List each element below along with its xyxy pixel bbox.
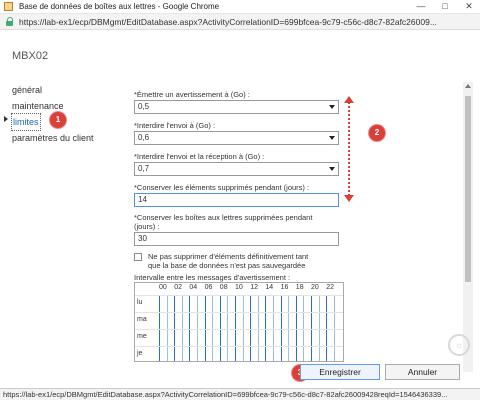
schedule-day-label: ma <box>137 316 147 323</box>
schedule-column-line <box>235 295 236 361</box>
schedule-column-line <box>333 295 335 361</box>
schedule-column-line <box>181 295 183 361</box>
schedule-column-line <box>295 295 297 361</box>
prohibit-send-receive-value: 0,7 <box>138 164 150 173</box>
schedule-day-label: me <box>137 333 147 340</box>
schedule-row-divider <box>135 295 343 296</box>
scroll-up-icon[interactable] <box>465 84 471 88</box>
nav-item-limits[interactable]: limites <box>11 113 41 131</box>
schedule-column-line <box>280 295 282 361</box>
checkbox-label: Ne pas supprimer d'éléments définitiveme… <box>148 252 308 270</box>
schedule-column-line <box>219 295 221 361</box>
keep-deleted-mailboxes-label-line1: *Conserver les boîtes aux lettres suppri… <box>134 213 313 222</box>
prohibit-send-select[interactable]: 0,6 <box>134 131 339 145</box>
watermark-logo: ☼ <box>448 334 470 356</box>
schedule-column-line <box>204 295 206 361</box>
scrollbar-thumb[interactable] <box>465 96 471 282</box>
arrow-down-icon <box>344 195 354 202</box>
dotted-arrow-line <box>348 102 350 196</box>
limits-form: *Émettre un avertissement à (Go) : 0,5 *… <box>134 90 344 282</box>
schedule-column-line <box>311 295 312 361</box>
schedule-row-divider <box>135 329 343 330</box>
keep-deleted-items-input[interactable]: 14 <box>134 193 339 207</box>
dialog-scrollbar[interactable] <box>463 82 473 372</box>
server-name: MBX02 <box>12 50 49 62</box>
schedule-column-line <box>303 295 305 361</box>
close-button[interactable]: ✕ <box>462 1 476 12</box>
schedule-hour-label: 12 <box>250 284 258 291</box>
interval-label: Intervalle entre les messages d'avertiss… <box>134 273 291 282</box>
checkbox-label-line2: que la base de données n'est pas sauvega… <box>148 261 306 270</box>
warning-interval-schedule-grid[interactable]: 00 02 04 06 08 10 12 14 16 18 20 22 lu ma me je <box>134 282 344 362</box>
lock-icon <box>6 17 14 26</box>
save-button[interactable]: Enregistrer <box>300 364 380 380</box>
callout-badge-1: 1 <box>50 112 66 128</box>
schedule-column-line <box>265 295 267 361</box>
nav-item-maintenance[interactable]: maintenance <box>12 98 94 114</box>
schedule-row-divider <box>135 312 343 313</box>
prohibit-send-receive-select[interactable]: 0,7 <box>134 162 339 176</box>
schedule-column-line <box>174 295 176 361</box>
schedule-hour-label: 08 <box>219 284 228 291</box>
maximize-button[interactable]: □ <box>438 1 452 12</box>
schedule-day-label: lu <box>137 299 143 306</box>
schedule-column-line <box>159 295 160 361</box>
schedule-hour-label: 18 <box>295 284 304 291</box>
schedule-hour-label: 10 <box>235 284 243 291</box>
checkbox-box[interactable] <box>134 253 142 261</box>
schedule-column-line <box>166 295 168 361</box>
schedule-hour-label: 16 <box>280 284 289 291</box>
nav-item-client-settings[interactable]: paramètres du client <box>12 130 94 146</box>
status-bar-url: https://lab-ex1/ecp/DBMgmt/EditDatabase.… <box>0 388 480 400</box>
schedule-hour-label: 04 <box>189 284 198 291</box>
schedule-column-line <box>257 295 259 361</box>
keep-deleted-mailboxes-label-line2: (jours) : <box>134 222 160 231</box>
callout-badge-2: 2 <box>369 125 385 141</box>
schedule-hour-label: 06 <box>204 284 213 291</box>
window-title: Base de données de boîtes aux lettres - … <box>19 2 220 11</box>
chevron-down-icon <box>329 136 335 140</box>
warn-select[interactable]: 0,5 <box>134 100 339 114</box>
schedule-column-line <box>326 295 328 361</box>
checkbox-label-line1: Ne pas supprimer d'éléments définitiveme… <box>148 252 309 261</box>
schedule-column-line <box>189 295 191 361</box>
schedule-hour-label: 22 <box>326 284 334 291</box>
prohibit-send-value: 0,6 <box>138 133 150 142</box>
schedule-hour-label: 14 <box>265 284 274 291</box>
schedule-hour-label: 02 <box>174 284 182 291</box>
schedule-column-line <box>197 295 198 361</box>
schedule-columns[interactable] <box>159 295 343 361</box>
window-controls: — □ ✕ <box>414 1 476 12</box>
schedule-hour-label: 00 <box>159 284 167 291</box>
chevron-down-icon <box>329 105 335 109</box>
minimize-button[interactable]: — <box>414 1 428 12</box>
schedule-hour-label: 20 <box>311 284 319 291</box>
chevron-down-icon <box>329 167 335 171</box>
keep-deleted-mailboxes-input[interactable]: 30 <box>134 232 339 246</box>
schedule-day-label: je <box>137 350 143 357</box>
keep-deleted-items-label: *Conserver les éléments supprimés pendan… <box>134 183 310 192</box>
schedule-row-divider <box>135 346 343 347</box>
browser-title-bar: Base de données de boîtes aux lettres - … <box>0 0 480 14</box>
schedule-column-line <box>242 295 244 361</box>
schedule-column-line <box>273 295 274 361</box>
address-url[interactable]: https://lab-ex1/ecp/DBMgmt/EditDatabase.… <box>19 17 437 27</box>
cancel-button[interactable]: Annuler <box>385 364 460 380</box>
nav-item-general[interactable]: général <box>12 82 94 98</box>
selected-arrow-icon <box>4 116 8 122</box>
no-purge-until-backup-checkbox[interactable]: Ne pas supprimer d'éléments définitiveme… <box>134 252 344 270</box>
schedule-column-line <box>288 295 290 361</box>
schedule-column-line <box>318 295 320 361</box>
warn-value: 0,5 <box>138 102 150 111</box>
prohibit-send-receive-label: *Interdire l'envoi et la réception à (Go… <box>134 152 265 161</box>
warn-label: *Émettre un avertissement à (Go) : <box>134 90 250 99</box>
schedule-column-line <box>212 295 214 361</box>
prohibit-send-label: *Interdire l'envoi à (Go) : <box>134 121 216 130</box>
exchange-favicon-icon <box>4 2 13 11</box>
address-bar[interactable]: https://lab-ex1/ecp/DBMgmt/EditDatabase.… <box>0 14 480 30</box>
schedule-column-line <box>250 295 252 361</box>
schedule-column-line <box>227 295 229 361</box>
